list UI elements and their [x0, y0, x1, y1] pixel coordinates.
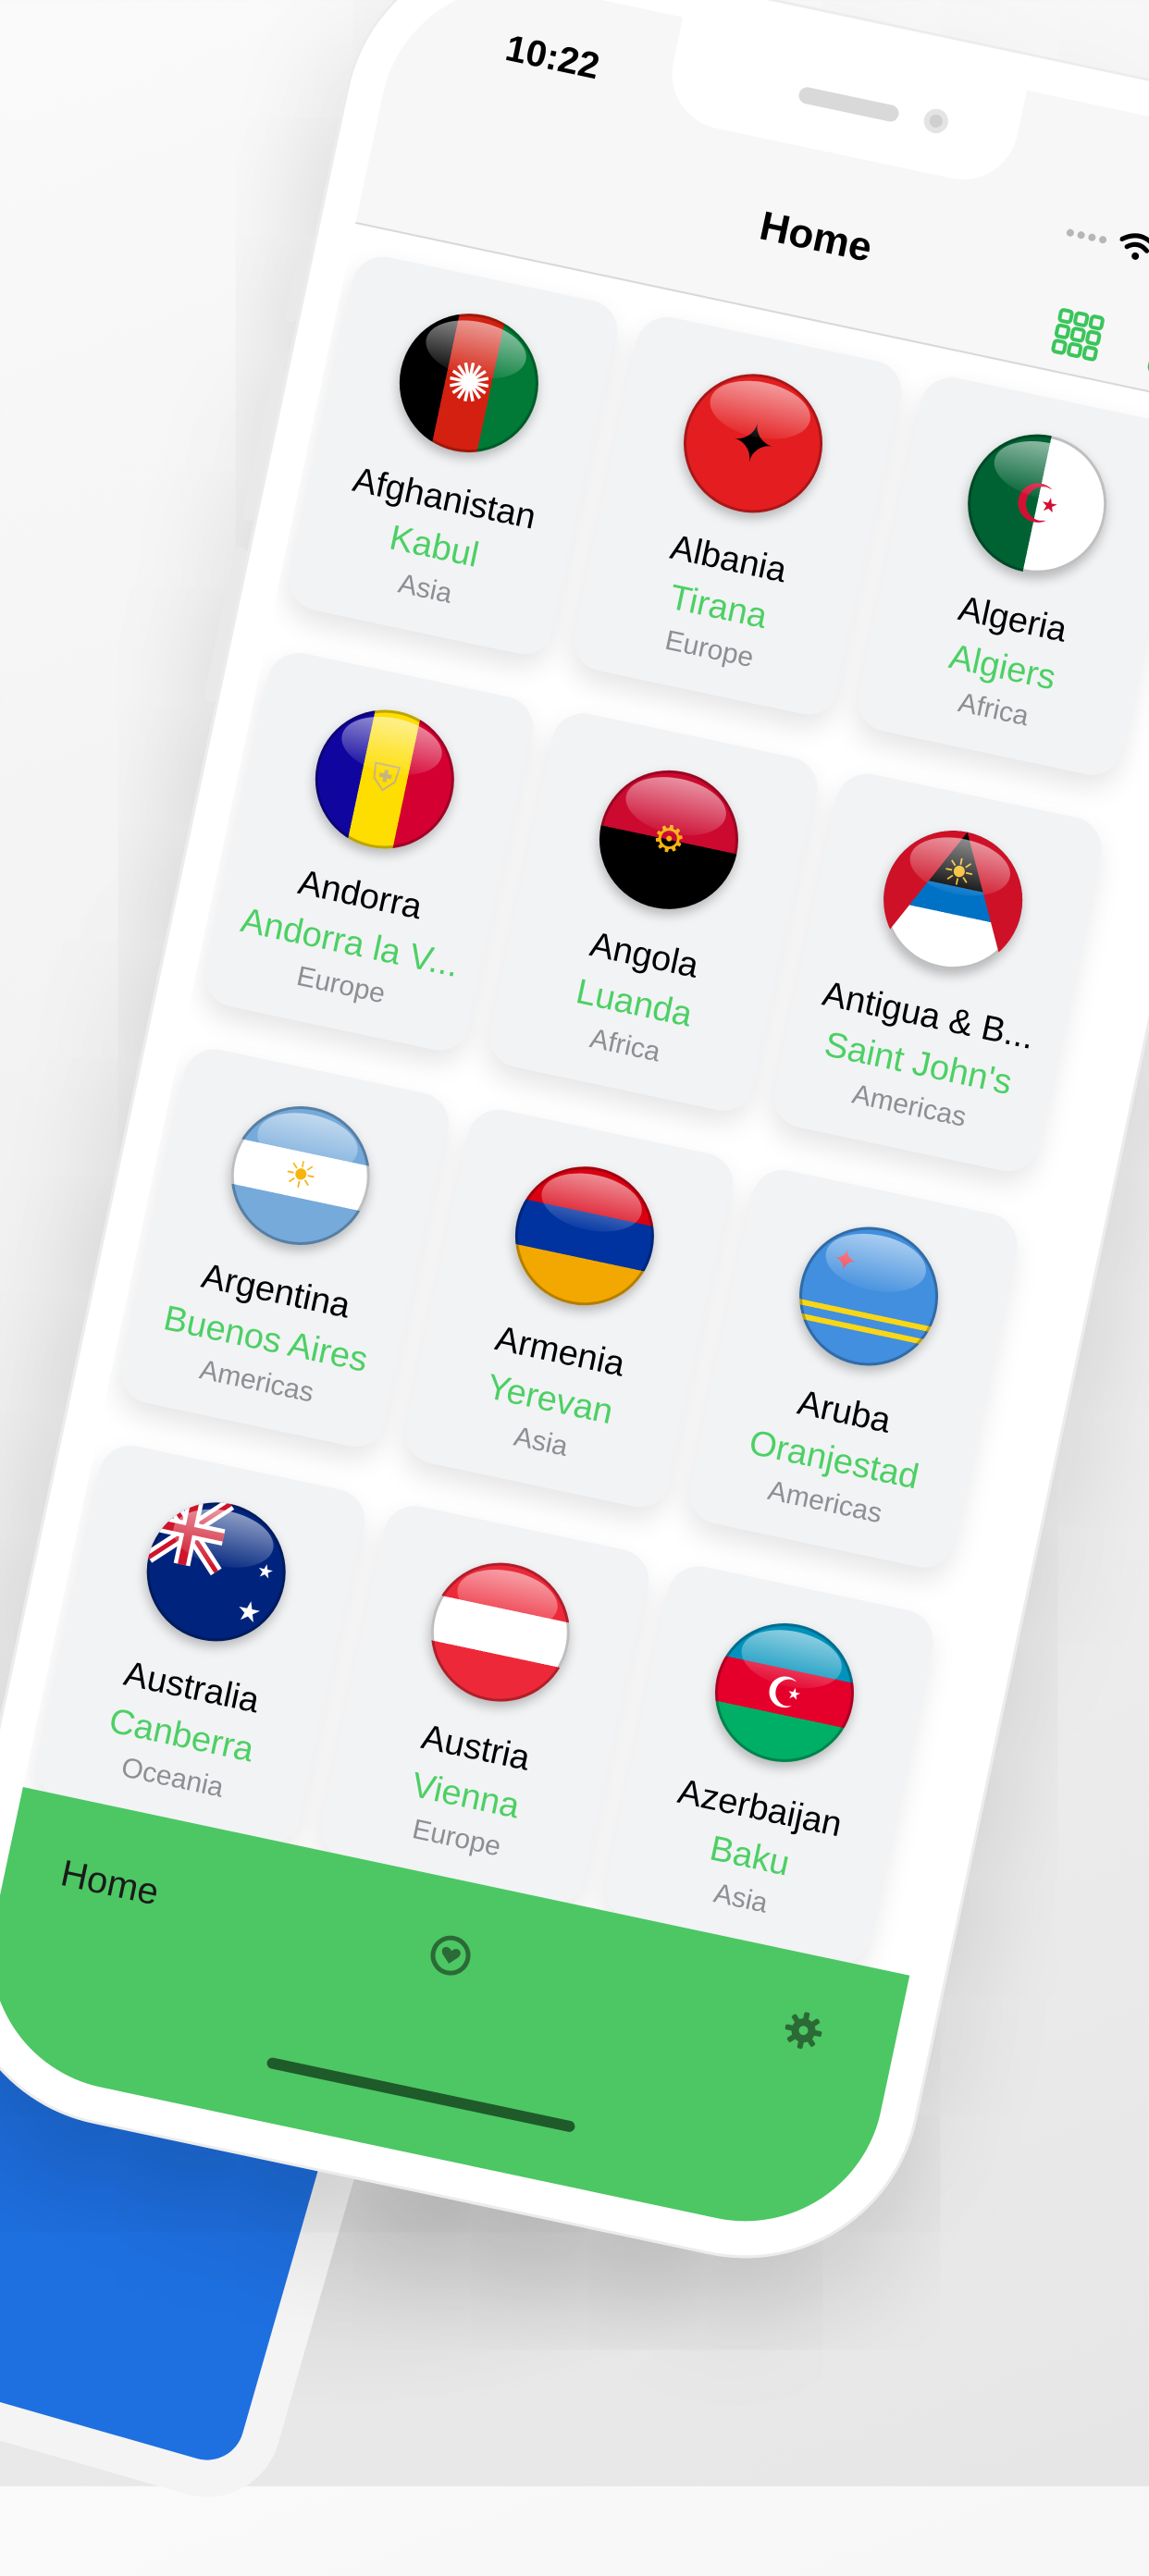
- share-copy-icon[interactable]: [1143, 325, 1149, 384]
- phone-frame: 10:22 Home: [0, 0, 1149, 2291]
- grid-view-icon[interactable]: [1048, 305, 1107, 364]
- country-card-australia[interactable]: ★ ★ Australia Canberra Oceania: [31, 1440, 371, 1849]
- albania-flag-icon: ✦: [671, 361, 835, 525]
- svg-text:★: ★: [255, 1559, 277, 1584]
- country-region: Africa: [587, 1023, 663, 1068]
- country-card-albania[interactable]: ✦ Albania Tirana Europe: [568, 312, 908, 721]
- cellular-signal-icon: [1066, 228, 1107, 244]
- union-jack-icon: ★ ★: [134, 1489, 299, 1654]
- austria-flag-icon: [418, 1550, 583, 1715]
- country-card-austria[interactable]: Austria Vienna Europe: [315, 1500, 655, 1909]
- front-camera: [921, 106, 950, 135]
- azerbaijan-flag-icon: ☪: [702, 1610, 867, 1775]
- tab-home[interactable]: Home: [57, 1853, 163, 1914]
- heart-icon[interactable]: [426, 1931, 475, 1979]
- country-region: Asia: [511, 1422, 570, 1463]
- country-name: Azerbaijan: [674, 1772, 846, 1845]
- armenia-flag-icon: [502, 1153, 667, 1318]
- volume-up-button: [241, 365, 287, 522]
- country-card-armenia[interactable]: Armenia Yerevan Asia: [400, 1103, 739, 1512]
- app-screen: 10:22 Home: [0, 0, 1149, 2247]
- country-region: Asia: [395, 568, 454, 610]
- country-card-argentina[interactable]: ☀ Argentina Buenos Aires Americas: [116, 1043, 455, 1452]
- home-indicator: [266, 2057, 575, 2133]
- country-card-azerbaijan[interactable]: ☪ Azerbaijan Baku Asia: [599, 1560, 939, 1969]
- algeria-flag-icon: ☪: [955, 422, 1119, 586]
- country-region: Africa: [956, 687, 1032, 733]
- mute-switch: [284, 239, 314, 323]
- aruba-flag-icon: ✦: [786, 1214, 951, 1379]
- angola-flag-icon: ⚙: [587, 758, 751, 922]
- status-time: 10:22: [501, 28, 602, 88]
- country-region: Asia: [710, 1878, 770, 1919]
- country-card-algeria[interactable]: ☪ Algeria Algiers Africa: [852, 372, 1149, 781]
- speaker-grille: [797, 86, 900, 123]
- device-stage: 10:22 Home: [0, 0, 1149, 2576]
- australia-flag-icon: ★ ★: [134, 1489, 299, 1654]
- country-card-antigua-and-barbuda[interactable]: ☀ Antigua & B... Saint John's Americas: [768, 768, 1107, 1177]
- country-card-afghanistan[interactable]: ✺ Afghanistan Kabul Asia: [284, 251, 624, 659]
- andorra-flag-icon: ⛨: [303, 697, 467, 862]
- country-capital: Kabul: [386, 519, 482, 576]
- country-capital: Baku: [706, 1829, 793, 1884]
- country-card-aruba[interactable]: ✦ Aruba Oranjestad Americas: [684, 1165, 1023, 1573]
- svg-text:★: ★: [233, 1594, 265, 1631]
- country-name: Afghanistan: [350, 461, 539, 538]
- afghanistan-flag-icon: ✺: [387, 301, 551, 465]
- volume-down-button: [203, 547, 248, 703]
- gear-icon[interactable]: [779, 2006, 827, 2054]
- argentina-flag-icon: ☀: [218, 1093, 383, 1258]
- country-card-angola[interactable]: ⚙ Angola Luanda Africa: [484, 708, 823, 1116]
- country-name: Aruba: [794, 1384, 894, 1442]
- antigua-and-barbuda-flag-icon: ☀: [871, 818, 1035, 982]
- country-card-andorra[interactable]: ⛨ Andorra Andorra la V... Europe: [200, 647, 539, 1056]
- countries-grid: ✺ Afghanistan Kabul Asia ✦ Albania Tiran…: [31, 251, 1149, 1977]
